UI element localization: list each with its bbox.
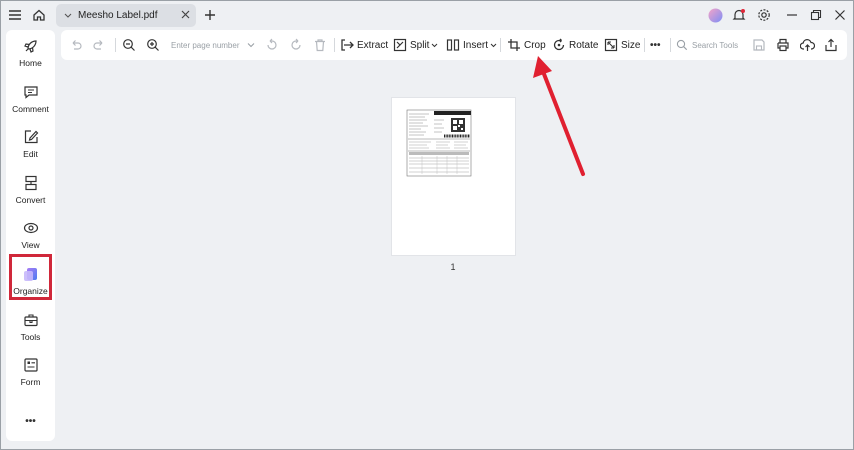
sidebar-item-label: Convert: [15, 195, 46, 205]
settings-gear-icon[interactable]: [753, 5, 775, 25]
rotate-icon: [552, 38, 566, 52]
rotate-right-button[interactable]: [289, 36, 303, 54]
zoom-in-icon: [146, 38, 160, 52]
insert-label: Insert: [463, 39, 489, 51]
sidebar-item-home[interactable]: Home: [6, 32, 55, 76]
restore-icon[interactable]: [805, 5, 827, 25]
delete-button[interactable]: [313, 36, 327, 54]
crop-icon: [507, 38, 521, 52]
tab-close-icon[interactable]: [181, 10, 190, 19]
sidebar-item-edit[interactable]: Edit: [6, 123, 55, 167]
sidebar-item-tools[interactable]: Tools: [6, 306, 55, 350]
sidebar-item-label: Home: [19, 58, 42, 68]
page-thumbnail[interactable]: [391, 97, 516, 256]
home-icon[interactable]: [28, 5, 50, 25]
undo-icon: [69, 38, 83, 52]
shipping-label-preview: [406, 109, 472, 177]
redo-button[interactable]: [92, 36, 106, 54]
toolbox-icon: [22, 311, 40, 329]
title-bar: Meesho Label.pdf: [1, 1, 853, 29]
document-tab[interactable]: Meesho Label.pdf: [56, 4, 196, 27]
sidebar-item-comment[interactable]: Comment: [6, 78, 55, 122]
sidebar-item-convert[interactable]: Convert: [6, 169, 55, 213]
avatar[interactable]: [704, 5, 726, 25]
print-icon: [776, 38, 790, 52]
view-icon: [22, 219, 40, 237]
insert-button[interactable]: Insert: [446, 36, 497, 54]
minimize-icon[interactable]: [781, 5, 803, 25]
comment-icon: [22, 83, 40, 101]
hamburger-menu-icon[interactable]: [4, 5, 26, 25]
rotate-left-button[interactable]: [265, 36, 279, 54]
share-button[interactable]: [824, 36, 838, 54]
size-button[interactable]: Size: [604, 36, 640, 54]
resize-icon: [604, 38, 618, 52]
form-icon: [22, 356, 40, 374]
rotate-label: Rotate: [569, 39, 599, 51]
save-icon: [752, 38, 766, 52]
split-button[interactable]: Split: [393, 36, 438, 54]
chevron-down-icon[interactable]: [247, 42, 255, 48]
chevron-down-icon: [490, 43, 497, 48]
page-number-label: 1: [450, 262, 456, 272]
zoom-in-button[interactable]: [146, 36, 160, 54]
extract-icon: [340, 38, 354, 52]
redo-icon: [92, 38, 106, 52]
extract-label: Extract: [357, 39, 389, 51]
convert-icon: [22, 174, 40, 192]
undo-button[interactable]: [69, 36, 83, 54]
trash-icon: [313, 38, 327, 52]
split-label: Split: [410, 39, 430, 51]
page-number-input[interactable]: Enter page number: [167, 37, 259, 53]
left-sidebar: Home Comment Edit Convert View Organize: [6, 30, 55, 441]
sidebar-item-view[interactable]: View: [6, 214, 55, 258]
sidebar-item-label: Edit: [23, 149, 38, 159]
print-button[interactable]: [776, 36, 790, 54]
sidebar-item-form[interactable]: Form: [6, 351, 55, 395]
sidebar-item-label: Form: [20, 377, 41, 387]
sidebar-more-button[interactable]: •••: [6, 416, 55, 427]
zoom-out-button[interactable]: [122, 36, 136, 54]
main-toolbar: Enter page number Extract Split Insert C…: [61, 30, 847, 60]
save-button[interactable]: [752, 36, 766, 54]
search-icon: [676, 39, 688, 51]
rotate-left-icon: [265, 38, 279, 52]
cloud-upload-icon: [800, 38, 815, 52]
notification-bell-icon[interactable]: [728, 5, 750, 25]
organize-highlight-box: [9, 254, 52, 300]
chevrons-icon: [64, 12, 72, 20]
size-label: Size: [621, 39, 641, 51]
search-tools-input[interactable]: Search Tools: [676, 37, 751, 53]
share-icon: [824, 38, 838, 52]
new-tab-icon[interactable]: [199, 5, 221, 25]
edit-icon: [22, 128, 40, 146]
sidebar-item-label: Tools: [20, 332, 41, 342]
close-window-icon[interactable]: [829, 5, 851, 25]
extract-button[interactable]: Extract: [340, 36, 388, 54]
rotate-right-icon: [289, 38, 303, 52]
insert-icon: [446, 38, 460, 52]
chevron-down-icon: [431, 43, 438, 48]
sidebar-item-label: Comment: [12, 104, 49, 114]
tab-title: Meesho Label.pdf: [78, 10, 158, 21]
split-icon: [393, 38, 407, 52]
rocket-icon: [22, 37, 40, 55]
zoom-out-icon: [122, 38, 136, 52]
cloud-upload-button[interactable]: [800, 36, 815, 54]
page-number-placeholder: Enter page number: [171, 40, 240, 50]
annotation-arrow: [533, 56, 585, 176]
search-placeholder: Search Tools: [692, 40, 739, 50]
sidebar-item-label: View: [21, 240, 40, 250]
crop-label: Crop: [524, 39, 546, 51]
more-options-button[interactable]: •••: [650, 36, 661, 54]
